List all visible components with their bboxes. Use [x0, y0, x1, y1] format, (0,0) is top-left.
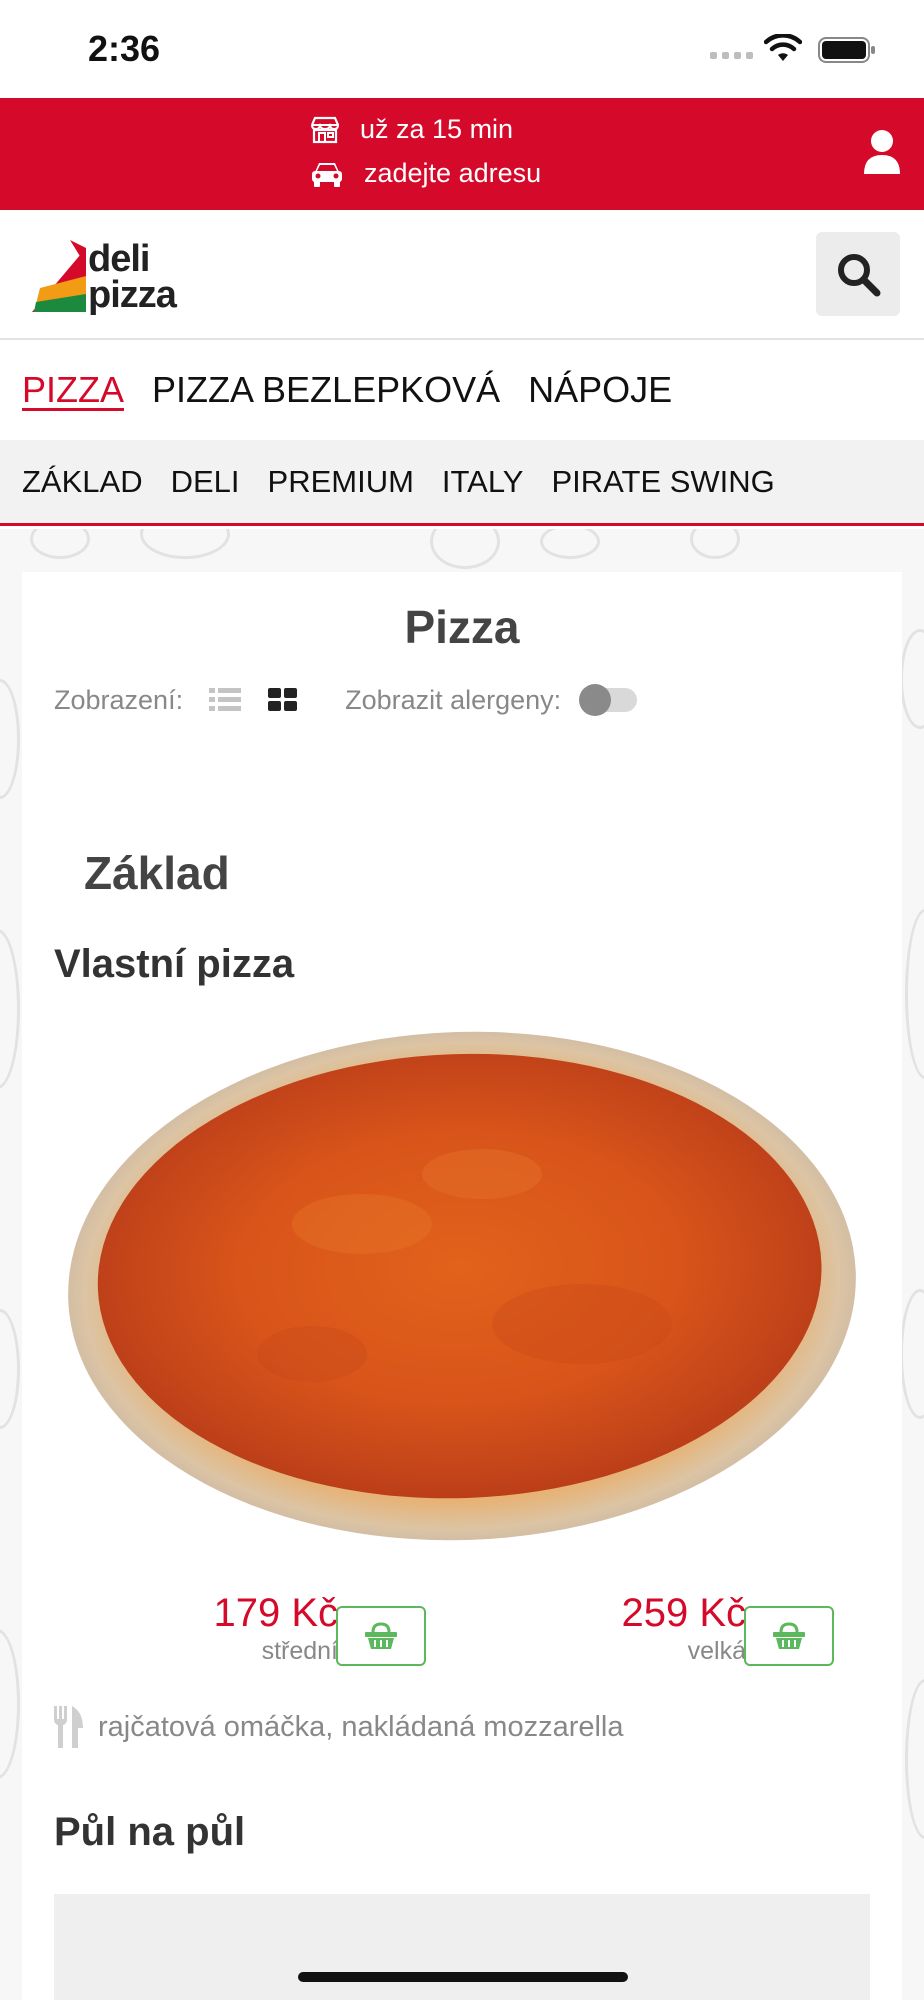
allergen-toggle[interactable]	[579, 684, 638, 716]
main-nav: PIZZA PIZZA BEZLEPKOVÁ NÁPOJE	[0, 340, 924, 440]
delivery-banner: už za 15 min zadejte adresu	[0, 98, 924, 210]
car-icon	[312, 162, 342, 187]
battery-icon	[818, 37, 875, 63]
logo-text-pizza: pizza	[88, 274, 177, 316]
status-bar: 2:36	[0, 0, 924, 98]
user-icon[interactable]	[862, 128, 902, 176]
product-list-card: Pizza Zobrazení: Zobrazit alergeny: Zákl…	[22, 572, 902, 2000]
product-name[interactable]: Vlastní pizza	[54, 942, 294, 987]
sub-nav: ZÁKLAD DELI PREMIUM ITALY PIRATE SWING	[0, 440, 924, 526]
subnav-item-italy[interactable]: ITALY	[442, 464, 524, 500]
status-time: 2:36	[88, 28, 161, 69]
product-name[interactable]: Půl na půl	[54, 1810, 245, 1855]
price-option-medium: 179 Kč střední	[142, 1590, 338, 1666]
page-title: Pizza	[404, 601, 520, 653]
pizza-image[interactable]	[62, 1024, 862, 1544]
cellular-signal-icon	[710, 52, 754, 62]
ingredients: rajčatová omáčka, nakládaná mozzarella	[52, 1706, 624, 1748]
size-large: velká	[687, 1637, 746, 1665]
product-image-placeholder[interactable]	[54, 1894, 870, 2000]
allergen-label: Zobrazit alergeny:	[345, 684, 562, 715]
size-medium: střední	[261, 1637, 338, 1665]
logo-text-deli: deli	[88, 238, 150, 280]
category-title: Základ	[84, 847, 230, 899]
address-row[interactable]: zadejte adresu	[310, 158, 541, 189]
app-screen: 2:36 už za 15 min zadejte adresu deli pi…	[0, 0, 924, 2000]
basket-icon	[365, 1622, 397, 1649]
view-label: Zobrazení:	[54, 684, 184, 715]
ingredients-text: rajčatová omáčka, nakládaná mozzarella	[98, 1710, 624, 1743]
nav-item-pizza[interactable]: PIZZA	[22, 369, 124, 411]
nav-item-pizza-bezlepkova[interactable]: PIZZA BEZLEPKOVÁ	[152, 369, 500, 411]
view-options: Zobrazení: Zobrazit alergeny:	[54, 680, 638, 720]
subnav-item-deli[interactable]: DELI	[171, 464, 240, 500]
address-text: zadejte adresu	[364, 158, 542, 188]
logo-header: deli pizza	[0, 210, 924, 340]
add-to-cart-medium-button[interactable]	[336, 1606, 426, 1666]
price-option-large: 259 Kč velká	[550, 1590, 746, 1666]
subnav-item-zaklad[interactable]: ZÁKLAD	[22, 464, 143, 500]
home-indicator[interactable]	[298, 1972, 628, 1982]
search-icon	[838, 254, 881, 297]
subnav-item-premium[interactable]: PREMIUM	[268, 464, 414, 500]
delivery-time-text: už za 15 min	[360, 114, 514, 144]
store-icon	[310, 116, 340, 143]
price-large: 259 Kč	[621, 1591, 746, 1635]
fork-knife-icon	[54, 1706, 83, 1748]
add-to-cart-large-button[interactable]	[744, 1606, 834, 1666]
nav-item-napoje[interactable]: NÁPOJE	[528, 369, 672, 411]
price-medium: 179 Kč	[213, 1591, 338, 1635]
wifi-icon	[764, 34, 802, 61]
basket-icon	[773, 1622, 805, 1649]
list-view-icon[interactable]	[209, 687, 242, 713]
grid-view-icon[interactable]	[267, 687, 299, 713]
search-button[interactable]	[816, 232, 900, 316]
delivery-time-row[interactable]: už za 15 min	[310, 114, 513, 145]
pizza-slice-logo-icon	[32, 240, 86, 312]
subnav-item-pirate-swing[interactable]: PIRATE SWING	[551, 464, 774, 500]
deli-pizza-logo[interactable]: deli pizza	[30, 236, 200, 318]
